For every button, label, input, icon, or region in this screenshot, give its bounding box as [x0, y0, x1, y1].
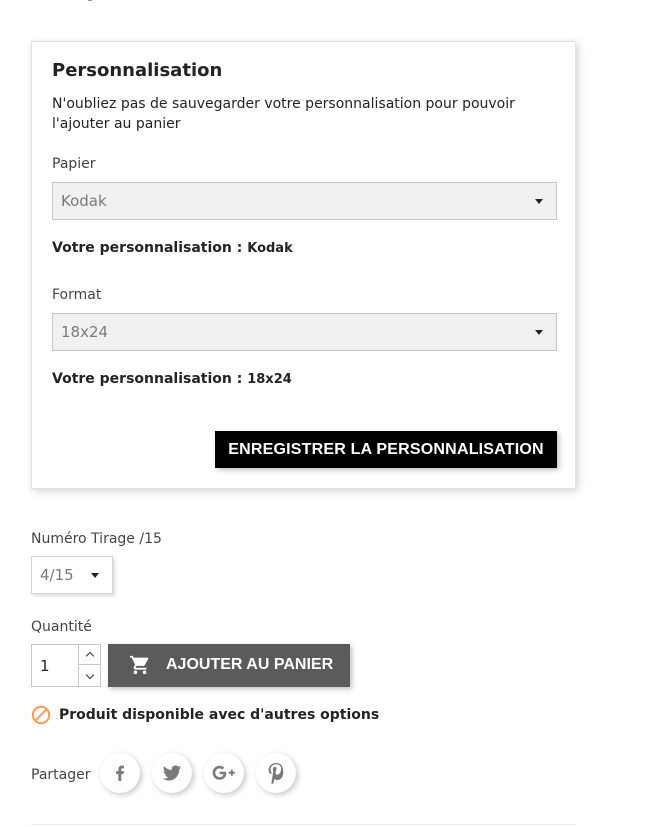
- format-label: Format: [52, 287, 102, 303]
- save-customization-button[interactable]: ENREGISTRER LA PERSONNALISATION: [215, 431, 557, 468]
- chevron-up-icon: [85, 651, 94, 661]
- chevron-down-icon: [535, 330, 543, 335]
- papier-select[interactable]: Kodak: [52, 182, 557, 220]
- papier-summary-label: Votre personnalisation :: [52, 240, 243, 256]
- quantity-decrement-button[interactable]: [78, 666, 100, 686]
- availability-status: Produit disponible avec d'autres options: [31, 705, 379, 725]
- add-to-cart-button[interactable]: AJOUTER AU PANIER: [108, 644, 350, 687]
- format-select-value: 18x24: [61, 323, 109, 341]
- chevron-down-icon: [535, 199, 543, 204]
- twitter-share-button[interactable]: [152, 753, 192, 793]
- format-summary: Votre personnalisation : 18x24: [52, 371, 292, 387]
- tirage-select[interactable]: 4/15: [31, 556, 113, 594]
- customization-description: N'oubliez pas de sauvegarder votre perso…: [52, 96, 515, 132]
- cart-icon: [129, 655, 149, 675]
- tirage-label: Numéro Tirage /15: [31, 531, 162, 547]
- google-plus-share-button[interactable]: [204, 753, 244, 793]
- customization-panel: Personnalisation N'oubliez pas de sauveg…: [31, 41, 576, 489]
- bottom-divider: [31, 824, 576, 825]
- papier-select-value: Kodak: [61, 192, 107, 210]
- pinterest-icon: [268, 763, 284, 784]
- papier-summary: Votre personnalisation : Kodak: [52, 240, 293, 256]
- top-fragment: [88, 0, 92, 1]
- tirage-select-value: 4/15: [40, 566, 74, 584]
- papier-summary-value: Kodak: [247, 241, 293, 256]
- share-label: Partager: [31, 767, 91, 783]
- facebook-share-button[interactable]: [100, 753, 140, 793]
- format-summary-label: Votre personnalisation :: [52, 371, 243, 387]
- availability-text: Produit disponible avec d'autres options: [59, 707, 380, 723]
- quantity-increment-button[interactable]: [78, 645, 100, 665]
- papier-label: Papier: [52, 156, 96, 172]
- format-summary-value: 18x24: [247, 372, 292, 387]
- pinterest-share-button[interactable]: [256, 753, 296, 793]
- customization-title: Personnalisation: [52, 60, 223, 81]
- add-to-cart-label: AJOUTER AU PANIER: [166, 656, 334, 673]
- twitter-icon: [162, 765, 182, 781]
- quantity-label: Quantité: [31, 619, 92, 635]
- chevron-down-icon: [91, 573, 99, 578]
- chevron-down-icon: [85, 670, 94, 679]
- quantity-value[interactable]: 1: [40, 657, 50, 675]
- ban-icon: [31, 705, 51, 725]
- google-plus-icon: [212, 765, 235, 780]
- format-select[interactable]: 18x24: [52, 313, 557, 351]
- facebook-icon: [116, 765, 124, 781]
- quantity-stepper[interactable]: 1: [31, 644, 101, 687]
